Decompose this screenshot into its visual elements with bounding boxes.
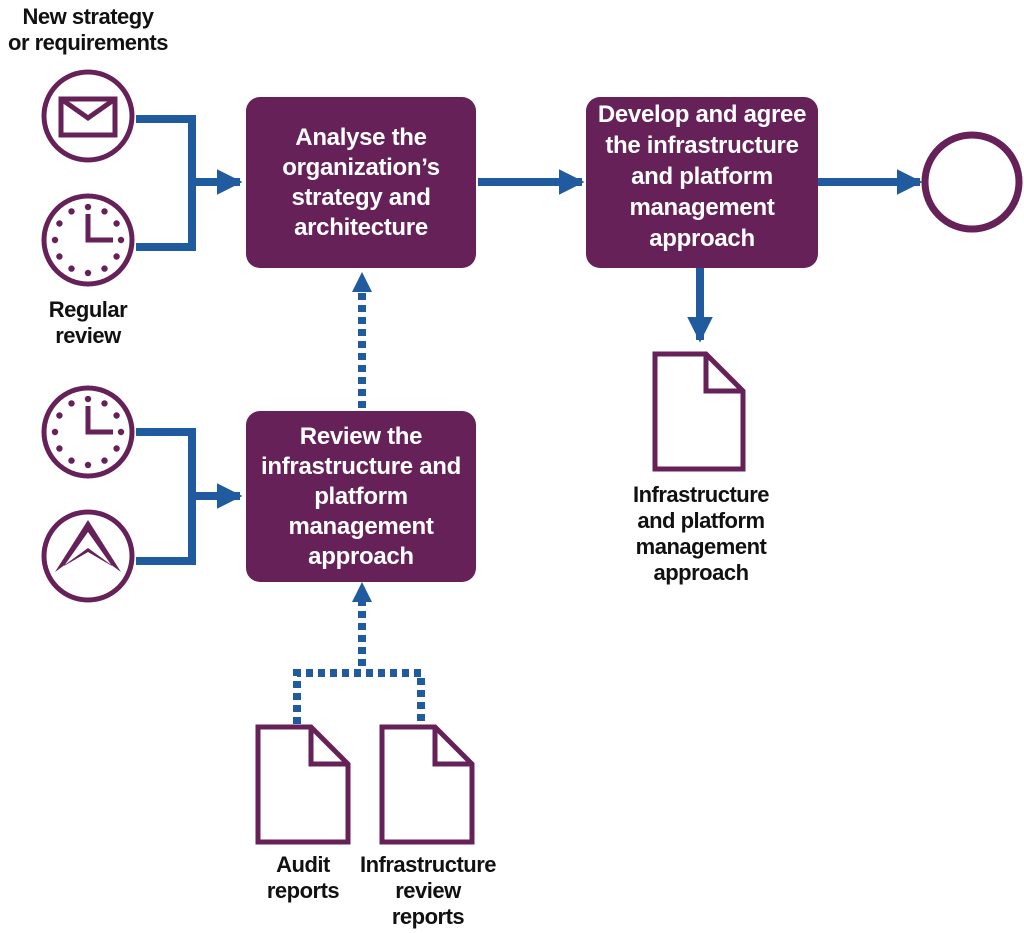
start-event-review-timer[interactable]	[41, 385, 135, 479]
document-icon	[379, 724, 475, 845]
arrowhead-up-analyse	[352, 272, 372, 292]
clock-tick	[101, 457, 108, 464]
clock-tick	[56, 412, 63, 419]
clock-tick	[68, 400, 75, 407]
clock-tick	[51, 236, 59, 244]
arrowhead-up-review	[352, 582, 372, 602]
clock-tick	[113, 445, 120, 452]
flow-review-inputs	[136, 428, 196, 565]
label-regular-review: Regular review	[48, 297, 128, 348]
clock-tick	[84, 461, 92, 469]
clock-tick	[84, 203, 92, 211]
clock-tick	[68, 265, 75, 272]
document-icon	[255, 724, 351, 845]
start-event-regular-review[interactable]	[41, 193, 135, 287]
activity-analyse-label: Analyse the organization’s strategy and …	[282, 123, 440, 241]
activity-review-label: Review the infrastructure and platform m…	[261, 422, 461, 570]
label-audit-reports: Audit reports	[266, 852, 340, 903]
end-event[interactable]	[921, 131, 1023, 233]
label-output-document: Infrastructure and platform management a…	[632, 482, 770, 585]
activity-develop[interactable]: Develop and agree the infrastructure and…	[586, 97, 818, 268]
label-infra-review-reports: Infrastructure review reports	[359, 852, 497, 929]
clock-tick	[101, 208, 108, 215]
document-infra-review[interactable]	[379, 724, 475, 845]
document-icon	[652, 351, 746, 472]
clock-tick	[56, 253, 63, 260]
clock-tick	[51, 428, 59, 436]
activity-review[interactable]: Review the infrastructure and platform m…	[246, 411, 476, 582]
clock-tick	[84, 395, 92, 403]
label-new-strategy: New strategy or requirements	[8, 4, 169, 55]
clock-tick	[113, 412, 120, 419]
flow-new-strategy-to-analyse	[136, 115, 196, 251]
clock-tick	[113, 253, 120, 260]
clock-tick	[56, 445, 63, 452]
start-event-new-strategy[interactable]	[41, 69, 135, 163]
clock-tick	[68, 208, 75, 215]
clock-tick	[101, 265, 108, 272]
clock-tick	[56, 220, 63, 227]
activity-analyse[interactable]: Analyse the organization’s strategy and …	[246, 97, 476, 268]
process-diagram	[41, 69, 1023, 845]
document-audit[interactable]	[255, 724, 351, 845]
clock-tick	[84, 269, 92, 277]
clock-tick	[113, 220, 120, 227]
activity-develop-label: Develop and agree the infrastructure and…	[597, 101, 807, 252]
clock-tick	[117, 428, 125, 436]
clock-tick	[68, 457, 75, 464]
clock-tick	[101, 400, 108, 407]
association-reports-branch	[293, 669, 425, 724]
clock-tick	[117, 236, 125, 244]
start-event-review-trigger[interactable]	[41, 509, 135, 603]
document-output[interactable]	[652, 351, 746, 472]
